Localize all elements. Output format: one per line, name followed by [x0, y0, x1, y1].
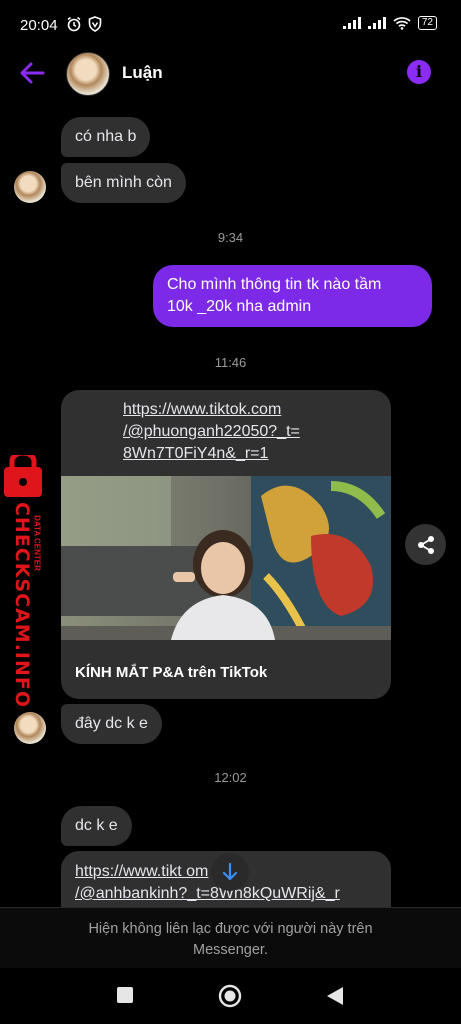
link-thumbnail-image[interactable]: [61, 476, 391, 640]
sender-avatar[interactable]: [14, 712, 46, 744]
watermark: CHECKSCAM.INFO DATA CENTER: [0, 450, 45, 708]
contact-avatar[interactable]: [66, 52, 110, 96]
status-time: 20:04: [20, 17, 58, 34]
message-incoming[interactable]: đây dc k e: [61, 704, 162, 744]
shield-icon: [88, 16, 102, 32]
recents-button[interactable]: [116, 986, 134, 1004]
watermark-subtitle: DATA CENTER: [32, 515, 42, 571]
home-button[interactable]: [218, 984, 242, 1008]
status-bar: 20:04 72: [0, 0, 461, 48]
chat-header: Luận i: [0, 50, 461, 98]
arrow-down-icon: [222, 863, 238, 881]
signal-icon-2: [367, 17, 386, 29]
wifi-icon: [393, 17, 411, 30]
timestamp: 9:34: [217, 230, 244, 245]
message-incoming[interactable]: có nha b: [61, 117, 151, 157]
battery-icon: 72: [417, 16, 437, 30]
message-incoming[interactable]: dc k e: [61, 806, 132, 846]
timestamp: 12:02: [214, 770, 247, 785]
timestamp: 11:46: [214, 355, 247, 370]
share-icon: [417, 535, 434, 554]
alarm-icon: [67, 16, 81, 32]
message-outgoing[interactable]: Cho mình thông tin tk nào tầm 10k _20k n…: [153, 265, 432, 327]
sender-avatar[interactable]: [14, 171, 46, 203]
system-nav-bar: [0, 968, 461, 1024]
signal-icon: [342, 17, 361, 29]
message-incoming[interactable]: bên mình còn: [61, 163, 186, 203]
link-url[interactable]: https://www.tiktok.com /@phuonganh22050?…: [123, 399, 383, 465]
scroll-to-bottom-button[interactable]: [211, 853, 249, 891]
back-button[interactable]: [326, 986, 344, 1006]
link-title[interactable]: KÍNH MẮT P&A trên TikTok: [75, 664, 267, 681]
link-preview-card[interactable]: https://www.tiktok.com /@phuonganh22050?…: [61, 390, 391, 699]
watermark-brand: CHECKSCAM.INFO: [11, 501, 33, 709]
back-arrow-icon[interactable]: [18, 60, 46, 86]
share-button[interactable]: [405, 524, 446, 565]
contact-name[interactable]: Luận: [122, 63, 163, 83]
info-icon[interactable]: i: [407, 60, 431, 84]
